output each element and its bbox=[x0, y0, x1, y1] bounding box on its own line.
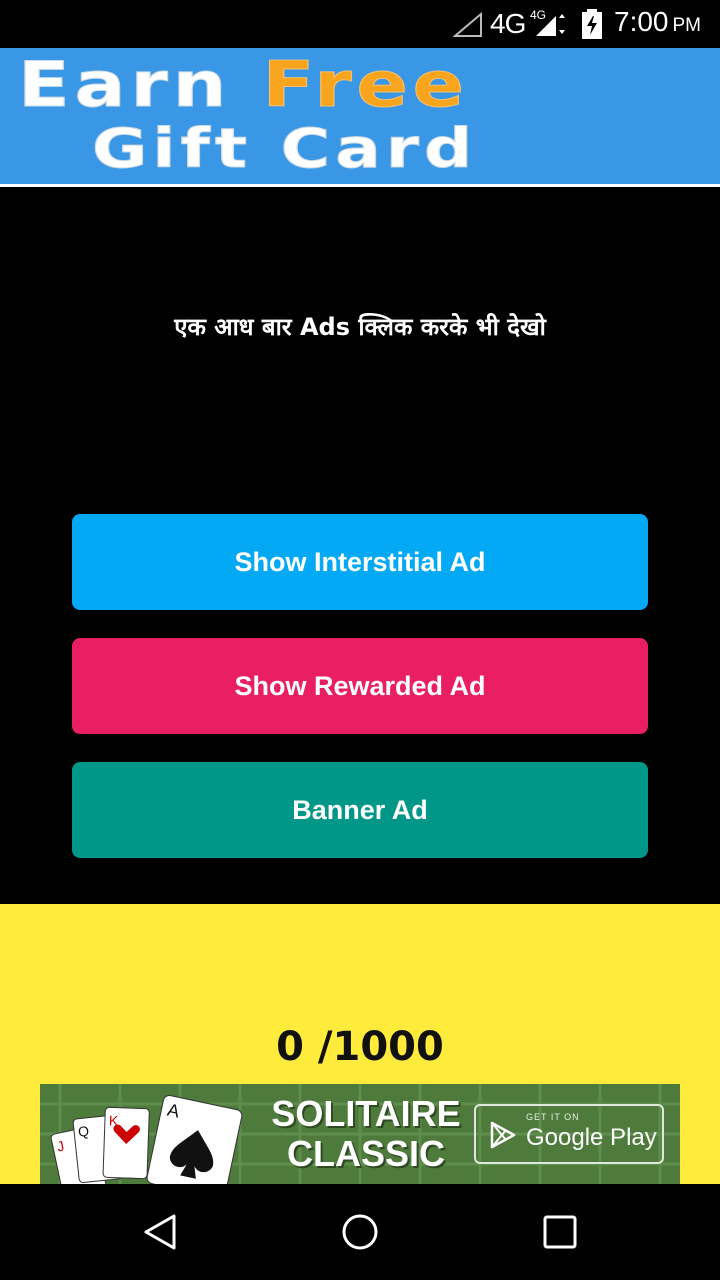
status-bar: 4G 4G 7:00 PM bbox=[0, 0, 720, 48]
signal-icon bbox=[453, 12, 482, 37]
clock-ampm: PM bbox=[672, 15, 702, 36]
network-type: 4G bbox=[490, 8, 526, 39]
play-badge-small-text: GET IT ON bbox=[526, 1112, 580, 1122]
show-rewarded-ad-button[interactable]: Show Rewarded Ad bbox=[72, 638, 648, 734]
banner-word-free: Free bbox=[262, 48, 469, 121]
banner-word-earn: Earn bbox=[17, 48, 232, 121]
show-interstitial-ad-button[interactable]: Show Interstitial Ad bbox=[72, 514, 648, 610]
playing-cards-icon: J Q K A bbox=[50, 1095, 243, 1184]
signal-icon bbox=[536, 14, 565, 36]
google-play-badge[interactable]: GET IT ON Google Play bbox=[474, 1104, 664, 1164]
home-icon[interactable] bbox=[340, 1212, 380, 1252]
clock-time: 7:00 bbox=[614, 6, 669, 37]
ad-banner[interactable]: J Q K A SOLITAIRE CLASSIC GET IT ON Goog… bbox=[40, 1084, 680, 1184]
points-counter: 0 /1000 bbox=[276, 1024, 444, 1070]
ad-title: SOLITAIRE CLASSIC bbox=[256, 1094, 476, 1174]
banner-line-1: Earn Free bbox=[17, 48, 720, 121]
banner-line-2: Gift Card bbox=[91, 117, 478, 181]
navigation-bar bbox=[0, 1184, 720, 1280]
hint-message: एक आध बार Ads क्लिक करके भी देखो bbox=[174, 313, 546, 341]
svg-text:Q: Q bbox=[77, 1123, 90, 1140]
header-banner: Earn Free Gift Card bbox=[0, 48, 720, 187]
banner-ad-button[interactable]: Banner Ad bbox=[72, 762, 648, 858]
play-store-icon bbox=[490, 1121, 516, 1149]
clock: 7:00 PM bbox=[614, 6, 701, 38]
ad-title-line-1: SOLITAIRE bbox=[271, 1093, 461, 1134]
recents-icon[interactable] bbox=[542, 1212, 578, 1252]
points-panel: 0 /1000 J Q K A SOLITAIRE CLASSIC GET IT… bbox=[0, 904, 720, 1184]
back-icon[interactable] bbox=[140, 1212, 180, 1252]
play-badge-label: Google Play bbox=[526, 1124, 657, 1151]
ad-title-line-2: CLASSIC bbox=[286, 1133, 445, 1174]
battery-charging-icon bbox=[582, 9, 602, 39]
